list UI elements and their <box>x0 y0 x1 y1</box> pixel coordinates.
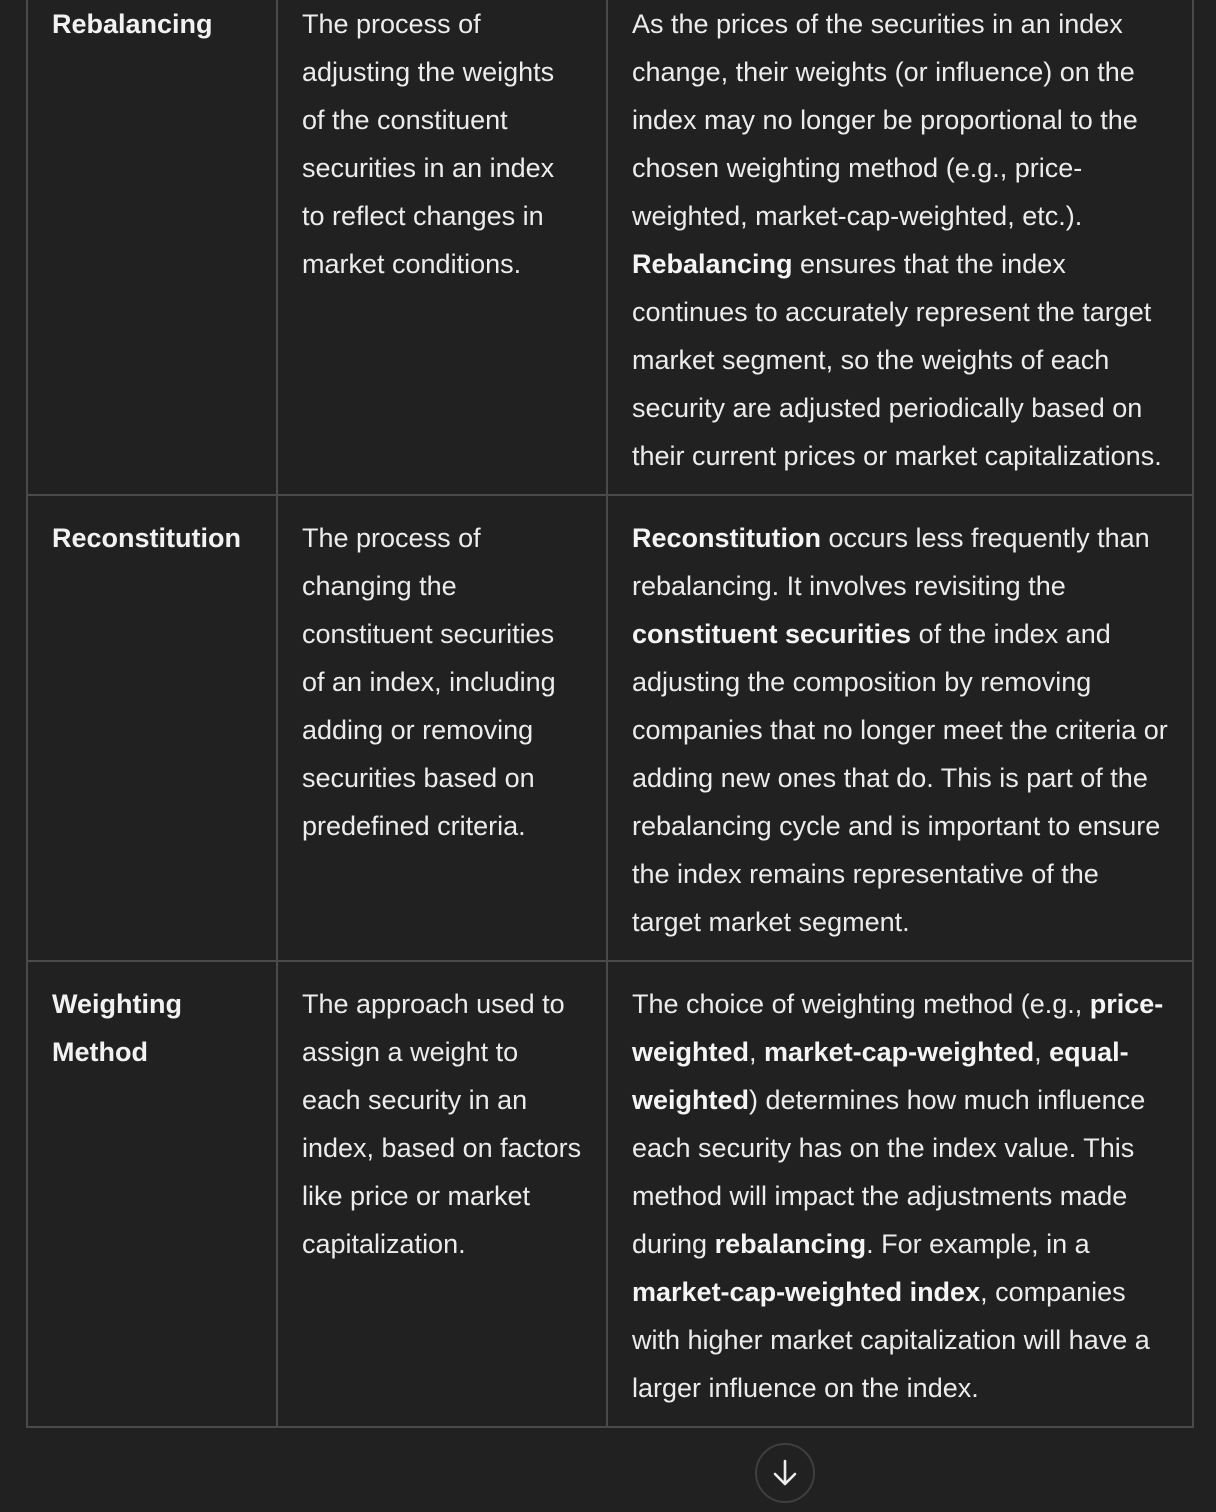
text-segment: , <box>1034 1037 1050 1067</box>
detail-cell: The choice of weighting method (e.g., pr… <box>606 960 1194 1428</box>
detail-cell: As the prices of the securities in an in… <box>606 0 1194 496</box>
glossary-table: Rebalancing The process of adjusting the… <box>26 0 1194 1428</box>
definition-cell: The process of changing the constituent … <box>276 494 608 962</box>
bold-text: Reconstitution <box>632 523 821 553</box>
text-segment: of the index and adjusting the compositi… <box>632 619 1168 937</box>
glossary-table-container: Rebalancing The process of adjusting the… <box>26 0 1194 1428</box>
scroll-to-bottom-button[interactable] <box>755 1443 815 1503</box>
text-segment: The choice of weighting method (e.g., <box>632 989 1090 1019</box>
definition-cell: The approach used to assign a weight to … <box>276 960 608 1428</box>
text-segment: ensures that the index continues to accu… <box>632 249 1162 471</box>
bold-text: constituent securities <box>632 619 912 649</box>
term-cell: Rebalancing <box>26 0 278 496</box>
definition-cell: The process of adjusting the weights of … <box>276 0 608 496</box>
arrow-down-icon <box>773 1459 797 1486</box>
term-cell: Weighting Method <box>26 960 278 1428</box>
bold-text: Rebalancing <box>632 249 793 279</box>
text-segment: , <box>749 1037 765 1067</box>
text-segment: As the prices of the securities in an in… <box>632 9 1138 231</box>
term-cell: Reconstitution <box>26 494 278 962</box>
table-row: Weighting Method The approach used to as… <box>26 960 1194 1428</box>
text-segment: . For example, in a <box>866 1229 1090 1259</box>
detail-cell: Reconstitution occurs less frequently th… <box>606 494 1194 962</box>
bold-text: market-cap-weighted <box>764 1037 1035 1067</box>
bold-text: rebalancing <box>714 1229 867 1259</box>
bold-text: market-cap-weighted index <box>632 1277 981 1307</box>
table-row: Rebalancing The process of adjusting the… <box>26 0 1194 496</box>
table-row: Reconstitution The process of changing t… <box>26 494 1194 962</box>
